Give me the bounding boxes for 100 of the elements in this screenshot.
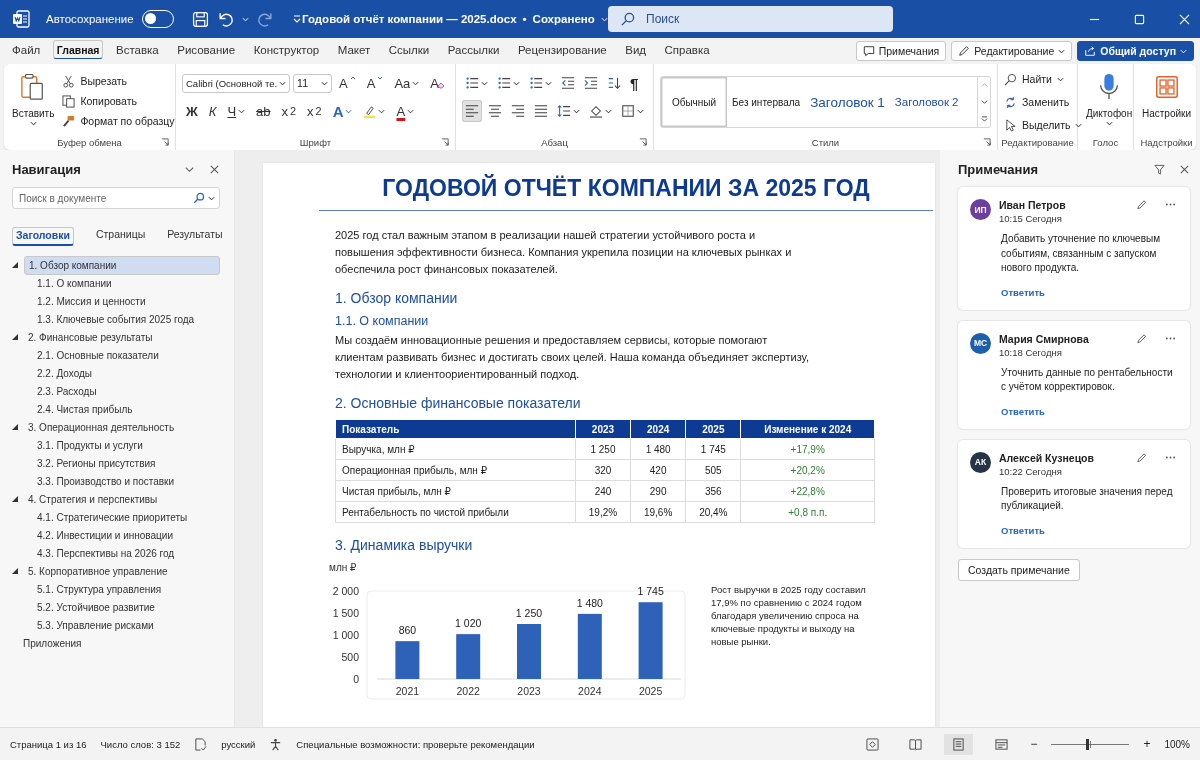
expand-triangle-icon[interactable] xyxy=(12,334,18,340)
font-button[interactable]: A xyxy=(328,100,357,122)
ribbon-tab[interactable]: Конструктор xyxy=(247,40,326,62)
dialog-launcher-icon[interactable] xyxy=(161,138,169,146)
close-icon[interactable] xyxy=(209,164,220,175)
font-button[interactable]: Ч xyxy=(223,100,250,122)
redo-icon[interactable] xyxy=(256,10,274,28)
maximize-icon[interactable] xyxy=(1134,13,1145,25)
view-button[interactable] xyxy=(944,733,974,755)
accessibility-status[interactable]: Специальные возможности: проверьте рекомендации xyxy=(296,738,535,750)
font-button[interactable]: A xyxy=(426,72,449,94)
cut-button[interactable]: Вырезать xyxy=(62,72,175,90)
dialog-launcher-icon[interactable] xyxy=(639,138,647,146)
subheading-item[interactable]: 4.3. Перспективы на 2026 год xyxy=(33,544,220,562)
subheading-item[interactable]: 4.2. Инвестиции и инновации xyxy=(33,526,220,544)
pencil-icon[interactable] xyxy=(1136,451,1147,463)
expand-triangle-icon[interactable] xyxy=(12,496,18,502)
expand-triangle-icon[interactable] xyxy=(12,262,18,268)
font-button[interactable]: К xyxy=(204,100,221,122)
search-field[interactable]: Поиск xyxy=(608,6,893,32)
heading-item[interactable]: 2. Финансовые результаты xyxy=(24,328,220,346)
page-count[interactable]: Страница 1 из 16 xyxy=(10,738,87,750)
subheading-item[interactable]: 5.3. Управление рисками xyxy=(33,616,220,634)
style-item[interactable]: Заголовок 1 xyxy=(805,77,890,127)
ribbon-tab[interactable]: Рецензирование xyxy=(511,40,613,62)
language-indicator[interactable]: русский xyxy=(221,738,256,750)
navigation-tab[interactable]: Заголовки xyxy=(12,227,74,246)
replace-button[interactable]: Заменить xyxy=(1004,93,1071,111)
paste-button[interactable]: Вставить xyxy=(10,70,57,134)
subheading-item[interactable]: 3.3. Производство и поставки xyxy=(33,472,220,490)
ribbon-tab[interactable]: Вид xyxy=(619,40,653,62)
show-formatting-button[interactable]: ¶ xyxy=(627,72,642,94)
customize-toolbar-icon[interactable] xyxy=(291,14,302,24)
heading-item[interactable]: 5. Корпоративное управление xyxy=(24,562,220,580)
format-painter-button[interactable]: Формат по образцу xyxy=(62,112,175,130)
heading-item[interactable]: 4. Стратегия и перспективы xyxy=(24,490,220,508)
expand-gallery-icon[interactable] xyxy=(980,115,988,122)
navigation-tab[interactable]: Результаты xyxy=(167,227,223,246)
font-button[interactable]: A xyxy=(362,72,388,94)
subheading-item[interactable]: 4.1. Стратегические приоритеты xyxy=(33,508,220,526)
pencil-icon[interactable] xyxy=(1136,332,1147,344)
new-comment-button[interactable]: Создать примечание xyxy=(958,558,1080,581)
ribbon-tab[interactable]: Рассылки xyxy=(441,40,506,62)
ribbon-tab[interactable]: Ссылки xyxy=(382,40,436,62)
ribbon-tab[interactable]: Вставка xyxy=(110,40,165,62)
filter-icon[interactable] xyxy=(1154,164,1165,175)
save-icon[interactable] xyxy=(191,10,209,28)
find-button[interactable]: Найти xyxy=(1004,70,1071,88)
style-item[interactable]: Без интервала xyxy=(727,77,806,127)
style-item[interactable]: Заголовок 2 xyxy=(889,77,964,127)
navigation-tab[interactable]: Страницы xyxy=(95,227,146,246)
font-button[interactable]: Ж xyxy=(182,100,202,122)
align-button[interactable] xyxy=(462,100,482,122)
expand-triangle-icon[interactable] xyxy=(12,568,18,574)
subheading-item[interactable]: 3.1. Продукты и услуги xyxy=(33,436,220,454)
copy-button[interactable]: Копировать xyxy=(62,92,175,110)
ribbon-tab[interactable]: Главная xyxy=(52,40,104,59)
word-count[interactable]: Число слов: 3 152 xyxy=(100,738,181,750)
comments-button[interactable]: Примечания xyxy=(855,41,947,61)
subheading-item[interactable]: 1.1. О компании xyxy=(33,274,220,292)
subheading-item[interactable]: 5.1. Структура управления xyxy=(33,580,220,598)
accessibility-icon[interactable] xyxy=(269,737,283,751)
subheading-item[interactable]: 2.1. Основные показатели xyxy=(33,346,220,364)
select-button[interactable]: Выделить xyxy=(1004,116,1071,134)
share-button[interactable]: Общий доступ xyxy=(1077,41,1194,61)
scroll-down-icon[interactable] xyxy=(980,99,988,105)
style-item[interactable]: Обычный xyxy=(661,77,727,127)
dialog-launcher-icon[interactable] xyxy=(983,138,991,146)
subheading-item[interactable]: 3.2. Регионы присутствия xyxy=(33,454,220,472)
subheading-item[interactable]: 1.3. Ключевые события 2025 года xyxy=(33,310,220,328)
zoom-slider-thumb[interactable] xyxy=(1085,738,1089,750)
font-button[interactable]: ab xyxy=(252,100,275,122)
font-button[interactable]: A xyxy=(392,100,419,122)
chevron-down-icon[interactable] xyxy=(184,164,195,175)
dictate-button[interactable]: Диктофон xyxy=(1084,70,1135,134)
addins-button[interactable]: Настройки xyxy=(1140,70,1194,134)
ribbon-tab[interactable]: Справка xyxy=(658,40,716,62)
font-button[interactable]: A xyxy=(335,72,360,94)
ribbon-tab[interactable]: Файл xyxy=(6,40,47,62)
zoom-level[interactable]: 100% xyxy=(1164,738,1190,750)
undo-icon[interactable] xyxy=(216,10,234,28)
expand-triangle-icon[interactable] xyxy=(12,424,18,430)
font-button[interactable]: Aa xyxy=(390,72,424,94)
editing-mode-button[interactable]: Редактирование xyxy=(951,41,1073,61)
ribbon-tab[interactable]: Макет xyxy=(331,40,377,62)
app-icon[interactable] xyxy=(12,10,30,28)
subheading-item[interactable]: 2.3. Расходы xyxy=(33,382,220,400)
font-size-dropdown[interactable]: 11 xyxy=(293,73,333,93)
subheading-item[interactable]: 5.2. Устойчивое развитие xyxy=(33,598,220,616)
reply-link[interactable]: Ответить xyxy=(1001,405,1045,417)
subheading-item[interactable]: 2.2. Доходы xyxy=(33,364,220,382)
proofing-icon[interactable] xyxy=(194,737,208,751)
font-name-dropdown[interactable]: Calibri (Основной те. xyxy=(182,73,291,93)
ribbon-tab[interactable]: Рисование xyxy=(171,40,242,62)
document-search-field[interactable]: Поиск в документе xyxy=(12,187,220,209)
dialog-launcher-icon[interactable] xyxy=(441,138,449,146)
close-icon[interactable] xyxy=(1179,164,1190,175)
heading-item[interactable]: 3. Операционная деятельность xyxy=(24,418,220,436)
subheading-item[interactable]: 1.2. Миссия и ценности xyxy=(33,292,220,310)
reply-link[interactable]: Ответить xyxy=(1001,524,1045,536)
